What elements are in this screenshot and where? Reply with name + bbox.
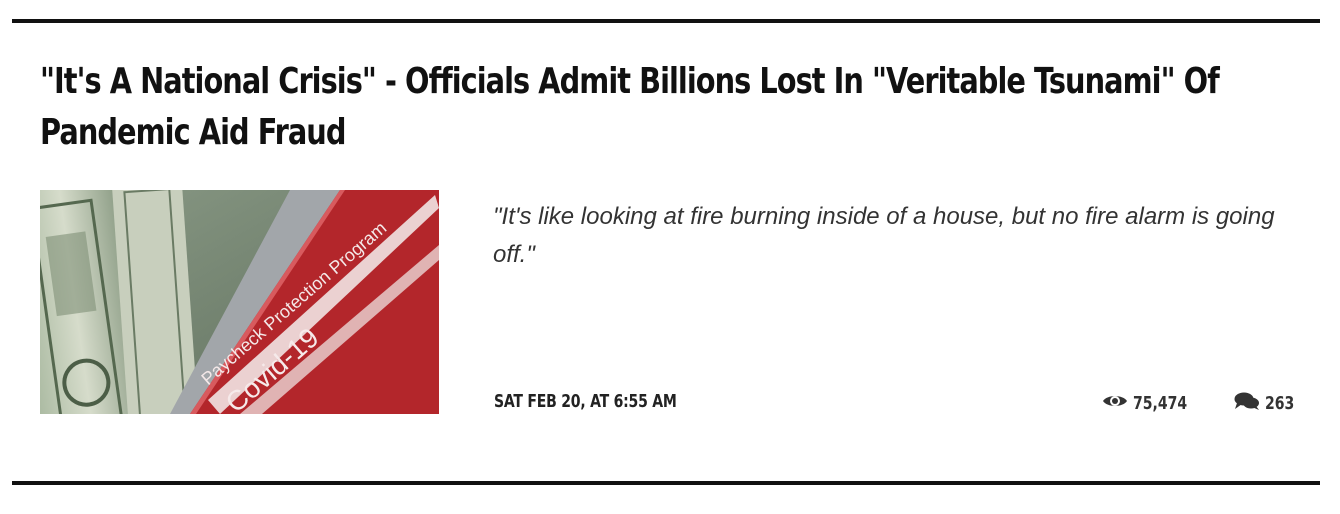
article-thumbnail[interactable]: Paycheck Protection Program Covid-19: [40, 190, 439, 414]
article-excerpt: "It's like looking at fire burning insid…: [493, 203, 1275, 268]
comments-value: 263: [1265, 392, 1295, 414]
comments-icon: [1234, 391, 1260, 416]
article-date: SAT FEB 20, AT 6:55 AM: [494, 391, 677, 412]
top-divider: [12, 19, 1320, 23]
views-value: 75,474: [1133, 392, 1188, 414]
bottom-divider: [12, 481, 1320, 485]
article-headline[interactable]: "It's A National Crisis" - Officials Adm…: [40, 56, 1288, 158]
eye-icon: [1102, 393, 1128, 414]
comments-count[interactable]: 263: [1234, 391, 1303, 415]
thumbnail-image: Paycheck Protection Program Covid-19: [40, 190, 439, 414]
views-count[interactable]: 75,474: [1102, 391, 1202, 415]
